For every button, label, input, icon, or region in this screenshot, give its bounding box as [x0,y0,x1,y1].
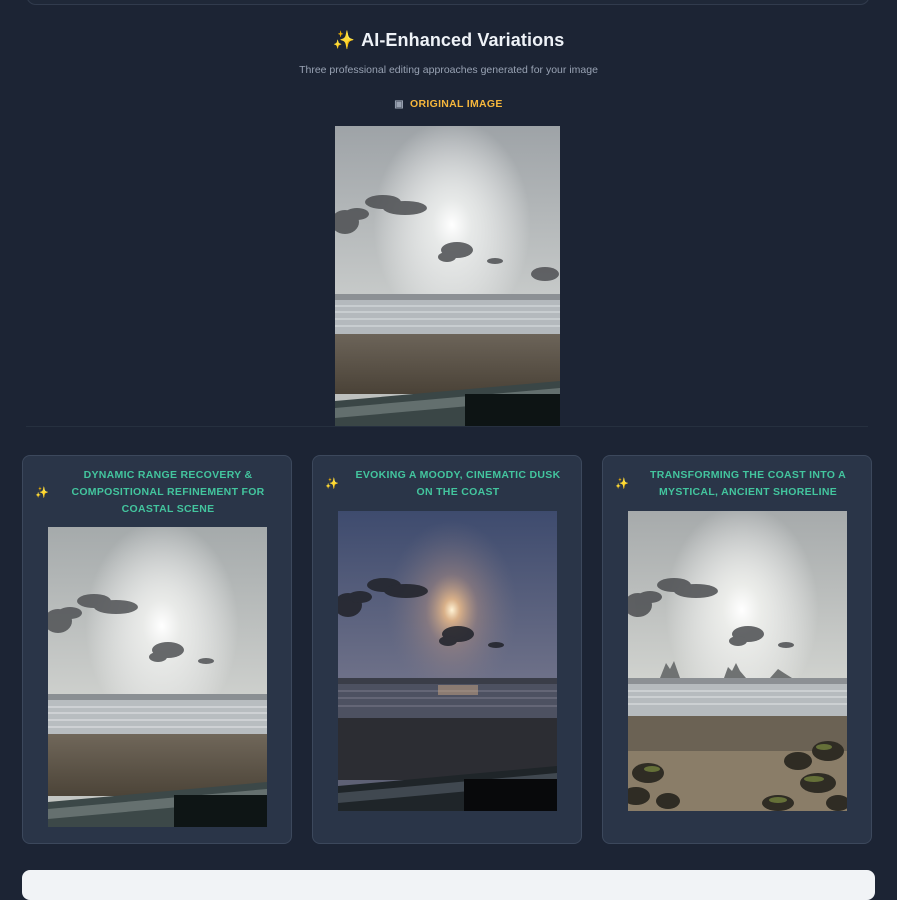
variation-image[interactable] [338,511,557,811]
sparkles-icon: ✨ [35,487,49,499]
variation-card-1[interactable]: ✨ DYNAMIC RANGE RECOVERY & COMPOSITIONAL… [22,455,292,844]
section-title: ✨ AI-Enhanced Variations [332,30,565,50]
variation-card-2[interactable]: ✨ EVOKING A MOODY, CINEMATIC DUSK ON THE… [312,455,582,844]
variation-title: TRANSFORMING THE COAST INTO A MYSTICAL, … [650,469,846,498]
variation-image[interactable] [48,527,267,827]
variations-header: ✨ AI-Enhanced Variations Three profession… [0,30,897,76]
sparkles-icon: ✨ [325,478,339,490]
variation-title: EVOKING A MOODY, CINEMATIC DUSK ON THE C… [355,469,561,498]
variation-card-3[interactable]: ✨ TRANSFORMING THE COAST INTO A MYSTICAL… [602,455,872,844]
original-image-label: ▣ ORIGINAL IMAGE [394,98,503,110]
original-image[interactable] [335,126,560,426]
previous-panel [26,0,870,5]
section-subtitle: Three professional editing approaches ge… [299,64,598,76]
next-panel [22,870,875,900]
variation-image[interactable] [628,511,847,811]
divider [26,426,868,427]
sparkles-icon: ✨ [332,30,356,50]
variation-title: DYNAMIC RANGE RECOVERY & COMPOSITIONAL R… [71,469,265,515]
sparkles-icon: ✨ [615,478,629,490]
camera-icon: ▣ [394,99,405,110]
